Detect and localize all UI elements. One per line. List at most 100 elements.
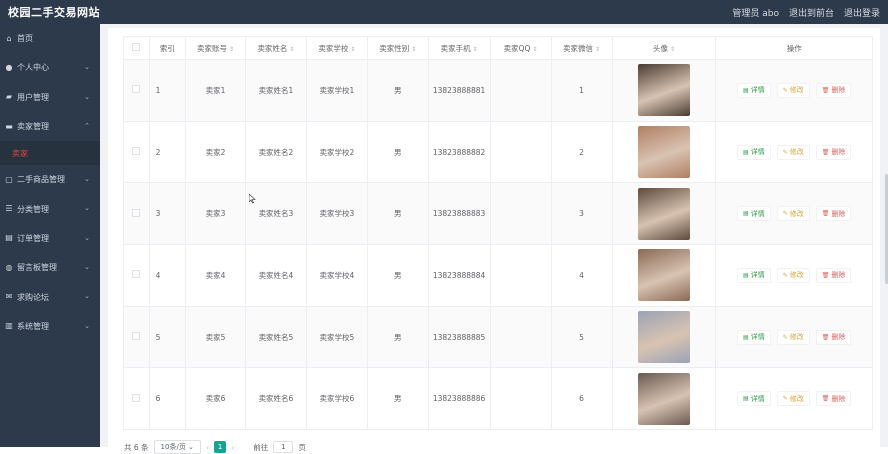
delete-button[interactable]: 🗑 删除 [815, 82, 852, 98]
sort-icon[interactable]: ⇕ [350, 46, 355, 53]
detail-button[interactable]: ▤ 详情 [737, 391, 771, 407]
detail-button[interactable]: ▤ 详情 [737, 267, 771, 283]
sort-icon[interactable]: ⇕ [532, 46, 537, 53]
page-size-select[interactable]: 10条/页 ⌄ [153, 440, 201, 454]
column-header-label: 头像 [652, 43, 668, 53]
sidebar-item[interactable]: ▥ 系统管理 ⌄ [0, 312, 100, 341]
delete-button[interactable]: 🗑 删除 [815, 391, 852, 407]
detail-button-label: 详情 [750, 271, 765, 280]
mouse-cursor-icon [249, 194, 256, 204]
sidebar-subitem-seller[interactable]: 卖家 [0, 141, 100, 166]
column-header[interactable]: 头像 ⇕ [611, 36, 717, 60]
pencil-icon: ✎ [782, 86, 788, 94]
edit-button[interactable]: ✎ 修改 [776, 82, 810, 98]
avatar-image[interactable] [637, 249, 690, 302]
goto-label: 前往 [253, 442, 269, 452]
cell-seller-name: 卖家姓名6 [245, 367, 307, 431]
cell-avatar [611, 244, 717, 307]
avatar-image[interactable] [637, 126, 690, 179]
pencil-icon: ✎ [782, 148, 788, 156]
detail-button[interactable]: ▤ 详情 [737, 206, 771, 222]
row-select-cell [123, 244, 150, 307]
cell-avatar [611, 367, 717, 431]
cell-seller-school: 卖家学校6 [305, 367, 368, 431]
delete-button[interactable]: 🗑 删除 [815, 206, 852, 222]
cell-seller-phone: 13823888881 [427, 59, 491, 122]
cell-seller-wechat: 2 [550, 120, 613, 184]
table-row: 1 卖家1 卖家姓名1 卖家学校1 男 13823888881 1 ▤ 详情 ✎ 修改 🗑 删除 [123, 59, 873, 122]
column-header[interactable]: 卖家微信 ⇕ [550, 36, 613, 60]
sort-icon[interactable]: ⇕ [670, 46, 675, 53]
column-header[interactable]: 卖家性别 ⇕ [366, 36, 429, 60]
edit-button[interactable]: ✎ 修改 [776, 267, 810, 283]
chevron-down-icon: ⌄ [84, 292, 90, 301]
next-page-icon[interactable]: › [231, 443, 234, 452]
sort-icon[interactable]: ⇕ [473, 46, 478, 53]
sidebar-item[interactable]: ▬ 卖家管理 ⌃ [0, 112, 100, 141]
logout-link[interactable]: 退出登录 [844, 6, 880, 19]
avatar-image[interactable] [637, 64, 690, 117]
row-checkbox[interactable] [132, 208, 141, 217]
cell-index: 2 [148, 120, 187, 184]
avatar-image[interactable] [637, 187, 690, 240]
row-checkbox[interactable] [132, 147, 141, 156]
chevron-up-icon: ⌃ [84, 121, 90, 130]
trash-icon: 🗑 [821, 333, 830, 341]
row-select-cell [123, 367, 150, 431]
column-header[interactable]: 卖家姓名 ⇕ [245, 36, 307, 60]
total-count: 共 6 条 [124, 442, 149, 452]
cell-seller-school: 卖家学校1 [305, 59, 368, 122]
sidebar-item[interactable]: ◍ 留言板管理 ⌄ [0, 253, 100, 282]
cell-seller-gender: 男 [366, 59, 429, 122]
select-all-checkbox[interactable] [132, 43, 141, 51]
delete-button[interactable]: 🗑 删除 [815, 267, 852, 283]
edit-button[interactable]: ✎ 修改 [776, 329, 810, 345]
detail-button[interactable]: ▤ 详情 [737, 82, 771, 98]
row-checkbox[interactable] [132, 270, 141, 279]
sidebar-item[interactable]: ✉ 求购论坛 ⌄ [0, 282, 100, 311]
cell-seller-name: 卖家姓名2 [245, 120, 307, 184]
sort-icon[interactable]: ⇕ [411, 46, 416, 53]
top-navbar: 校园二手交易网站 管理员 abo 退出到前台 退出登录 [0, 0, 888, 24]
sidebar-item[interactable]: ▢ 二手商品管理 ⌄ [0, 165, 100, 194]
edit-button[interactable]: ✎ 修改 [776, 144, 810, 160]
page-number-current[interactable]: 1 [214, 441, 227, 453]
sort-icon[interactable]: ⇕ [289, 46, 294, 53]
prev-page-icon[interactable]: ‹ [206, 443, 209, 452]
forum-icon: ✉ [5, 292, 13, 302]
row-checkbox[interactable] [132, 332, 141, 341]
column-header[interactable]: 卖家学校 ⇕ [305, 36, 368, 60]
cell-seller-gender: 男 [366, 244, 429, 307]
detail-button-label: 详情 [750, 148, 765, 157]
cell-avatar [611, 120, 717, 184]
edit-button[interactable]: ✎ 修改 [776, 391, 810, 407]
file-icon: ▤ [743, 271, 749, 279]
row-checkbox[interactable] [132, 85, 141, 94]
delete-button[interactable]: 🗑 删除 [815, 329, 852, 345]
back-to-frontend-link[interactable]: 退出到前台 [789, 6, 834, 19]
row-checkbox[interactable] [132, 393, 141, 402]
sidebar-item[interactable]: ☰ 分类管理 ⌄ [0, 194, 100, 223]
table-row: 5 卖家5 卖家姓名5 卖家学校5 男 13823888885 5 ▤ 详情 ✎ 修改 🗑 删除 [123, 305, 873, 369]
sort-icon[interactable]: ⇕ [229, 46, 234, 53]
cell-seller-qq [489, 182, 552, 246]
column-header[interactable]: 卖家QQ ⇕ [489, 36, 552, 60]
sidebar-item[interactable]: ⌂ 首页 [0, 24, 100, 53]
sidebar-item-label: 系统管理 [17, 321, 49, 331]
file-icon: ▤ [743, 210, 749, 218]
sidebar-item[interactable]: ▰ 用户管理 ⌄ [0, 83, 100, 112]
delete-button[interactable]: 🗑 删除 [815, 144, 852, 160]
detail-button[interactable]: ▤ 详情 [737, 144, 771, 160]
delete-button-label: 删除 [831, 148, 846, 157]
cell-seller-account: 卖家4 [185, 244, 247, 307]
edit-button[interactable]: ✎ 修改 [776, 206, 810, 222]
avatar-image[interactable] [637, 311, 690, 364]
avatar-image[interactable] [637, 372, 690, 425]
sidebar-item[interactable]: ● 个人中心 ⌄ [0, 53, 100, 82]
column-header[interactable]: 卖家账号 ⇕ [185, 36, 247, 60]
sort-icon[interactable]: ⇕ [595, 46, 600, 53]
detail-button[interactable]: ▤ 详情 [737, 329, 771, 345]
sidebar-item[interactable]: ▤ 订单管理 ⌄ [0, 224, 100, 253]
column-header[interactable]: 卖家手机 ⇕ [427, 36, 491, 60]
goto-page-input[interactable]: 1 [273, 441, 294, 453]
